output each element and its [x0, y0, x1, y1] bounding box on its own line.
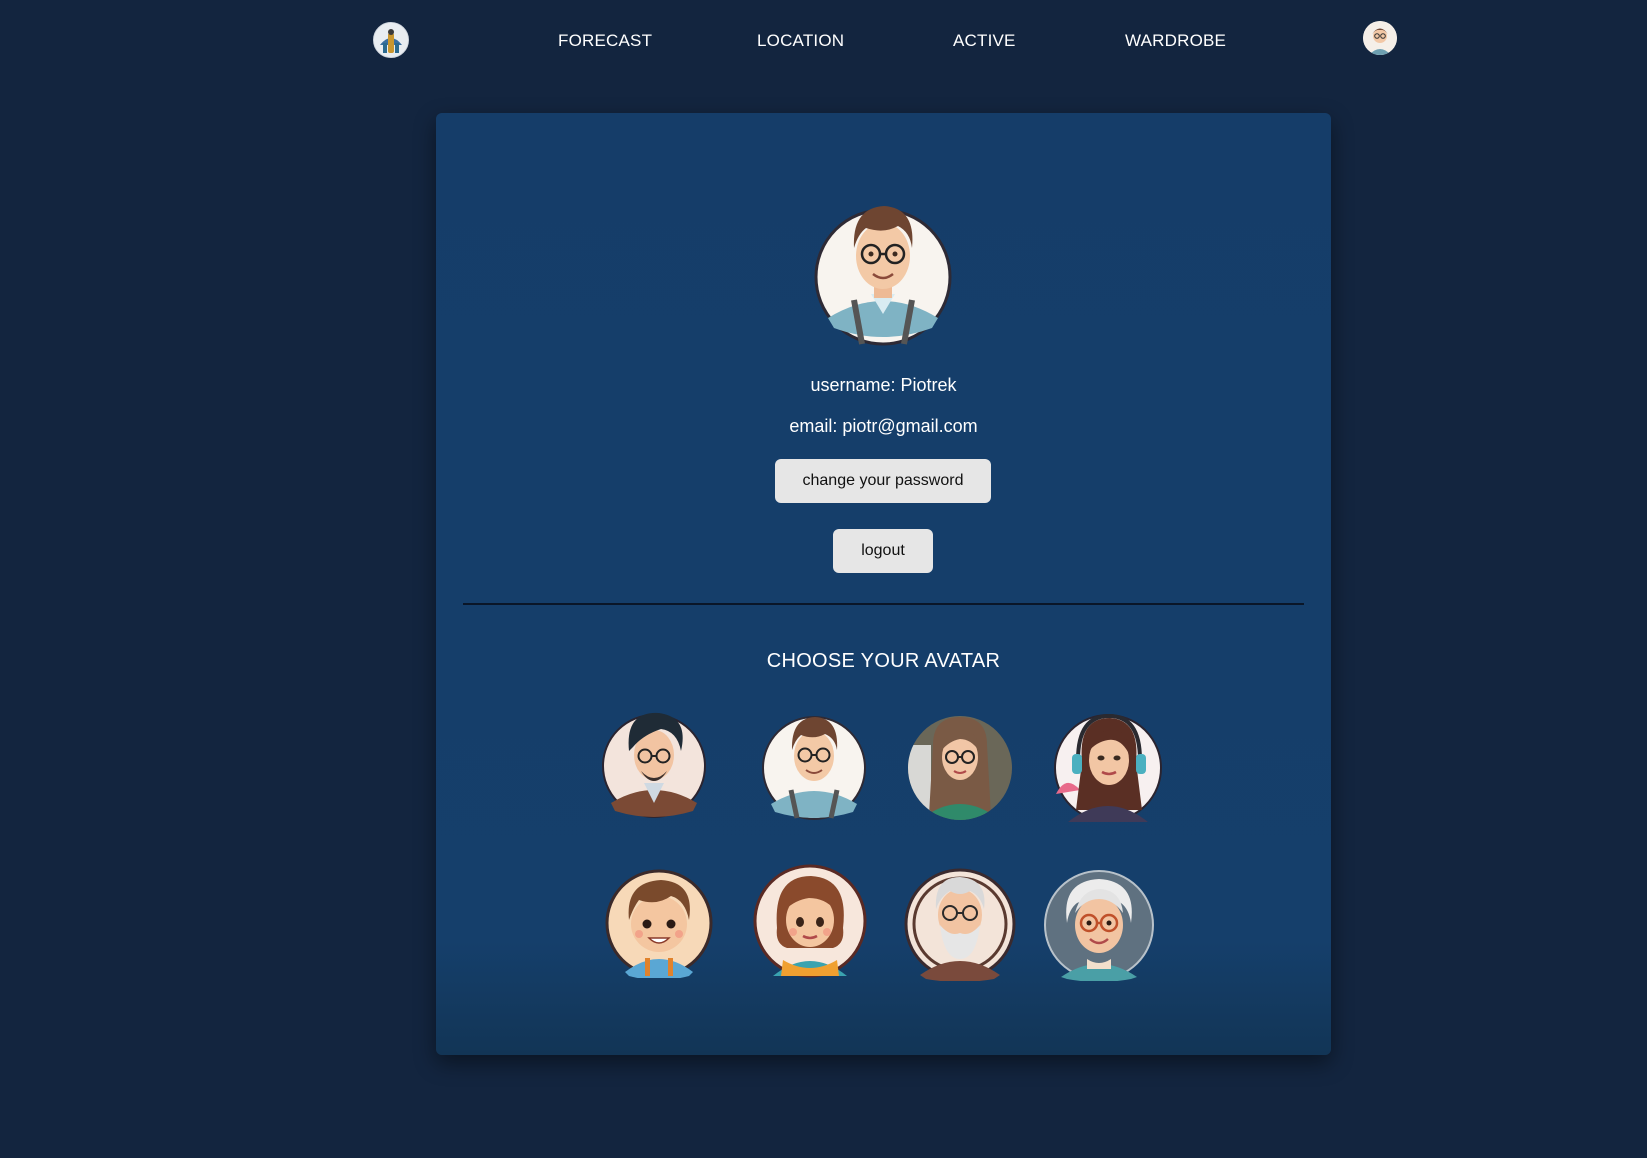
weather-logo-icon[interactable] [373, 22, 409, 58]
girl-avatar[interactable] [753, 864, 867, 978]
change-password-button[interactable]: change your password [775, 459, 991, 503]
man-dark-hair-glasses-avatar[interactable] [601, 707, 707, 819]
boy-avatar[interactable] [605, 866, 713, 978]
section-divider [463, 603, 1304, 605]
woman-headphones-avatar[interactable] [1052, 710, 1164, 822]
nav-active-link[interactable]: ACTIVE [953, 31, 1016, 51]
old-man-beard-glasses-avatar[interactable] [904, 867, 1016, 981]
choose-avatar-title: CHOOSE YOUR AVATAR [766, 650, 1001, 672]
nav-wardrobe-link[interactable]: WARDROBE [1125, 31, 1226, 51]
old-woman-glasses-avatar[interactable] [1043, 869, 1155, 981]
nav-forecast-link[interactable]: FORECAST [558, 31, 652, 51]
top-navbar: FORECAST LOCATION ACTIVE WARDROBE [0, 0, 1647, 84]
user-avatar-icon[interactable] [1363, 21, 1397, 55]
woman-long-hair-glasses-avatar[interactable] [907, 715, 1013, 821]
profile-card: username: Piotrek email: piotr@gmail.com… [436, 113, 1331, 1055]
nav-location-link[interactable]: LOCATION [757, 31, 844, 51]
email-text: email: piotr@gmail.com [789, 416, 978, 436]
username-text: username: Piotrek [810, 375, 957, 395]
logout-button[interactable]: logout [833, 529, 933, 573]
profile-avatar-image [814, 196, 952, 346]
man-brown-hair-glasses-avatar[interactable] [761, 710, 867, 820]
